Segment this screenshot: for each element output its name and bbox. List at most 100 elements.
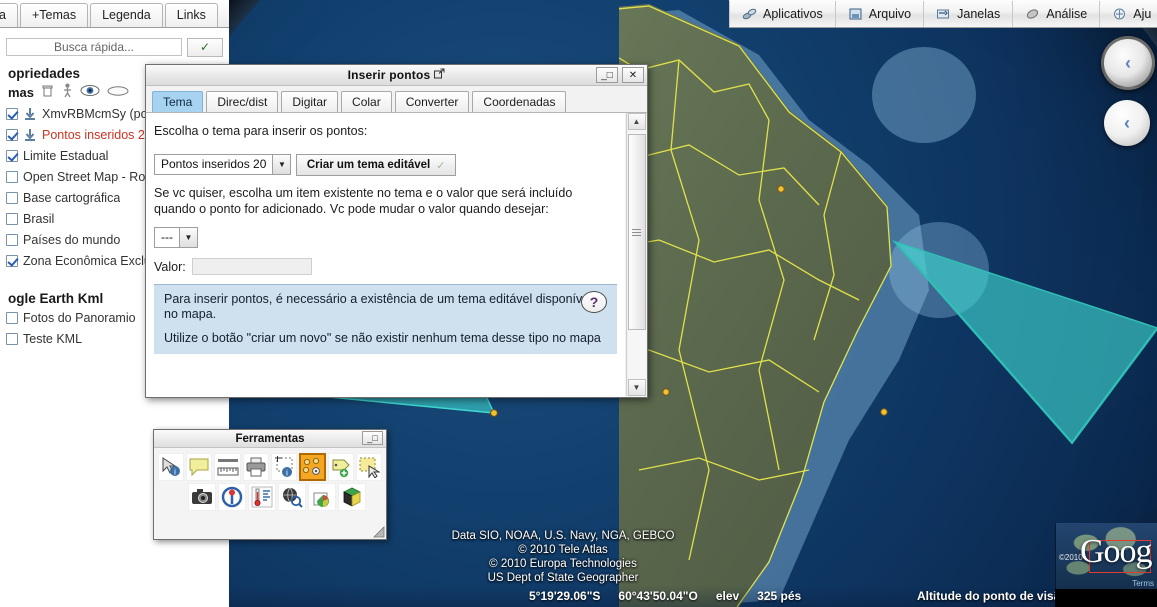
status-latitude: 5°19'29.06"S [529,589,601,603]
panel-tab-strip: a +Temas Legenda Links [0,0,229,28]
camera-icon[interactable] [188,483,216,511]
dialog-title: Inserir pontos [347,68,431,82]
marquee-select-icon[interactable] [355,453,383,481]
printer-icon[interactable] [242,453,269,481]
gps-pin-icon[interactable] [218,483,246,511]
close-button[interactable]: ✕ [622,67,644,83]
map-status-bar: 5°19'29.06"S 60°43'50.04"O elev 325 pés … [229,585,1157,607]
panel-tab-legenda[interactable]: Legenda [90,3,163,27]
scroll-down-button[interactable]: ▼ [627,379,646,396]
add-tag-icon[interactable] [327,453,354,481]
hint-box: Para inserir pontos, é necessário a exis… [154,284,617,354]
hint-line-2: Utilize o botão "criar um novo" se não e… [164,331,601,345]
layer-checkbox[interactable] [6,212,18,225]
terms-link[interactable]: Terms [1132,579,1154,588]
person-icon[interactable] [62,83,73,101]
analysis-icon [1025,7,1040,21]
layer-label: Zona Econômica Exclu [23,253,151,268]
scrollbar-track[interactable] [627,130,646,379]
layer-checkbox[interactable] [6,149,18,162]
eye-icon[interactable] [80,84,100,100]
create-theme-check-icon: ✓ [436,159,446,172]
svg-text:i: i [286,469,288,478]
layer-checkbox[interactable] [6,128,18,141]
minimize-restore-button[interactable]: _□ [596,67,618,83]
app-root: ‹ ‹ Data SIO, NOAA, U.S. Navy, NGA, GEBC… [0,0,1157,607]
menu-analise[interactable]: Análise [1012,0,1099,27]
tools-title-bar[interactable]: Ferramentas _□ [154,430,386,448]
layer-checkbox[interactable] [6,233,18,246]
globe-search-icon[interactable] [278,483,306,511]
value-input[interactable] [191,258,312,275]
question-mark-icon[interactable]: ? [581,291,607,313]
menu-aplicativos[interactable]: Aplicativos [729,0,835,27]
cube-3d-icon[interactable] [338,483,366,511]
theme-select[interactable]: Pontos inseridos 20 ▼ [154,154,292,175]
dialog-window-buttons: _□ ✕ [596,67,644,83]
logo-bottom-strip [1055,589,1157,607]
balloon-comment-icon[interactable] [186,453,213,481]
tab-colar[interactable]: Colar [341,91,392,112]
tab-converter[interactable]: Converter [394,91,470,112]
menu-label: Análise [1046,6,1088,21]
search-confirm-button[interactable]: ✓ [187,37,223,57]
menu-arquivo[interactable]: Arquivo [834,0,923,27]
apps-icon [742,7,757,21]
layer-checkbox[interactable] [6,107,18,120]
layer-checkbox[interactable] [6,332,18,345]
menu-janelas[interactable]: Janelas [923,0,1012,27]
ruler-measure-icon[interactable] [214,453,241,481]
chevron-down-icon[interactable]: ▼ [179,228,197,247]
item-select[interactable]: --- ▼ [154,227,198,248]
menu-ajuda[interactable]: Aju [1099,0,1157,27]
rotate-ring-icon[interactable]: ‹ [1101,36,1155,90]
tools-row-2 [158,483,382,511]
tools-body: i i [154,448,386,516]
status-longitude: 60°43'50.04"O [618,589,698,603]
layer-label: Teste KML [23,331,83,346]
lens-icon[interactable] [107,84,129,100]
identify-cursor-icon[interactable]: i [158,453,185,481]
menu-label: Aplicativos [763,6,823,21]
layer-checkbox[interactable] [6,254,18,267]
layer-label: Brasil [23,211,55,226]
value-row: Valor: [154,258,617,275]
panel-tab-a[interactable]: a [0,3,18,27]
search-input[interactable]: Busca rápida... [6,38,182,56]
scrollbar-thumb[interactable] [627,134,646,330]
tab-direc-dist[interactable]: Direc/dist [206,91,279,112]
dialog-scrollbar[interactable]: ▲ ▼ [626,113,646,396]
thermometer-chart-icon[interactable] [248,483,276,511]
resize-handle-icon[interactable] [372,525,385,538]
scroll-up-button[interactable]: ▲ [627,113,646,130]
trash-icon[interactable] [41,83,55,101]
layer-checkbox[interactable] [6,191,18,204]
layer-checkbox[interactable] [6,170,18,183]
status-elev-label: elev [715,589,740,603]
panel-tab-links[interactable]: Links [164,3,218,27]
select-area-info-icon[interactable]: i [270,453,298,481]
pie-chart-icon[interactable] [308,483,336,511]
chevron-down-icon[interactable]: ▼ [272,155,291,174]
tab-digitar[interactable]: Digitar [281,91,339,112]
layer-label: XmvRBMcmSy (poli [42,106,154,121]
external-link-icon[interactable] [434,66,445,84]
menu-label: Aju [1133,6,1152,21]
dialog-title-bar[interactable]: Inserir pontos _□ ✕ [146,65,647,86]
file-icon [848,7,863,21]
ferramentas-window[interactable]: Ferramentas _□ i i [153,429,387,540]
tab-tema[interactable]: Tema [152,91,204,112]
create-editable-theme-button[interactable]: Criar um tema editável ✓ [295,154,457,176]
tools-minimize-restore-button[interactable]: _□ [362,431,383,445]
map-navigation-controls[interactable]: ‹ ‹ [1101,36,1155,146]
theme-prompt: Escolha o tema para inserir os pontos: [154,124,368,138]
nav-chevron-left-icon: ‹ [1125,53,1131,73]
panel-tab-temas[interactable]: +Temas [19,3,89,27]
tab-coordenadas[interactable]: Coordenadas [472,91,567,112]
edit-points-icon[interactable] [299,453,326,481]
pan-ball-icon[interactable]: ‹ [1104,100,1150,146]
help-icon [1112,7,1127,21]
inserir-pontos-dialog[interactable]: Inserir pontos _□ ✕ Tema Direc/dist Digi… [145,64,648,398]
pan-chevron-left-icon: ‹ [1124,113,1130,133]
layer-checkbox[interactable] [6,311,18,324]
